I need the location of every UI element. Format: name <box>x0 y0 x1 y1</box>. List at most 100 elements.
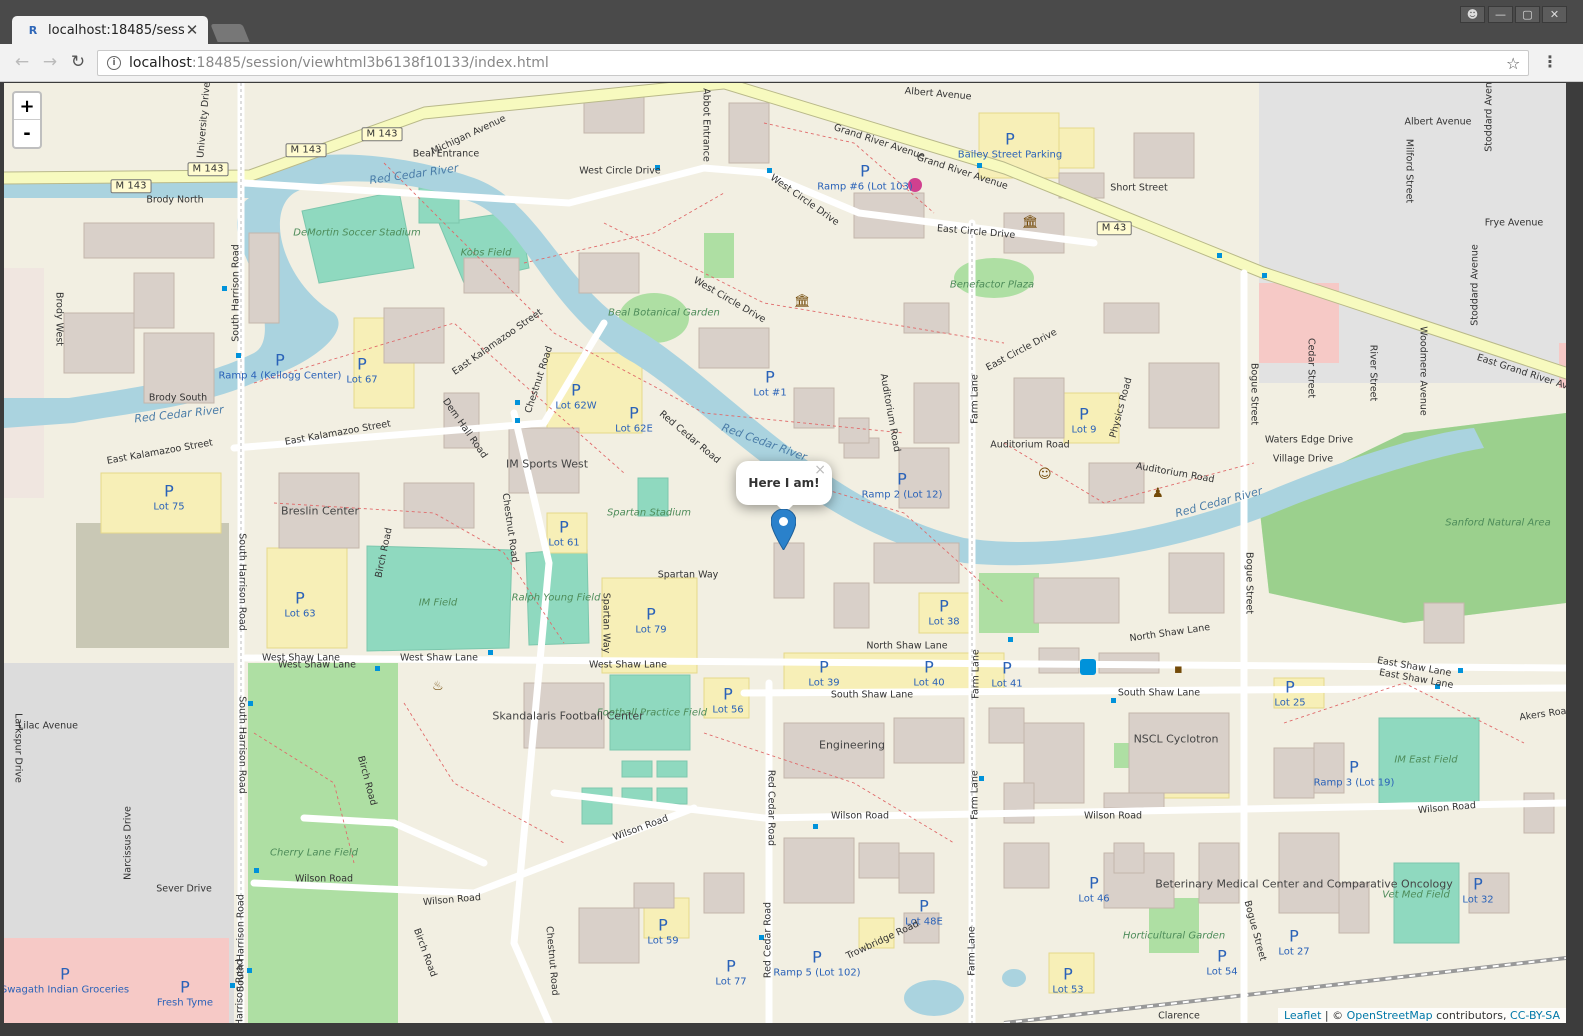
reload-icon[interactable]: ↻ <box>68 52 88 72</box>
zoom-in-button[interactable]: + <box>14 93 40 120</box>
parking-icon: P <box>1289 926 1299 946</box>
map-label: Lot 75 <box>153 501 185 513</box>
parking-icon: P <box>1473 874 1483 894</box>
map-label: Albert Avenue <box>1404 116 1472 128</box>
map-label: DeMortin Soccer Stadium <box>293 227 421 239</box>
map-label: Lot 27 <box>1278 946 1310 958</box>
map-label: Bogue Street <box>1243 551 1255 615</box>
svg-text:▪: ▪ <box>1174 662 1183 677</box>
map-label: Ramp 4 (Kellogg Center) <box>218 370 342 382</box>
map-label: Benefactor Plaza <box>949 279 1035 291</box>
map-label: Farm Lane <box>969 374 981 424</box>
parking-icon: P <box>812 947 822 967</box>
parking-icon: P <box>939 596 949 616</box>
map-label: Lot 54 <box>1206 966 1238 978</box>
map-label: Sever Drive <box>156 883 212 895</box>
map-label: Stoddard Avenue <box>1483 83 1495 152</box>
map-label: Lot 9 <box>1071 424 1097 436</box>
parking-icon: P <box>275 350 285 370</box>
parking-icon: P <box>559 517 569 537</box>
map-label: Lot 62E <box>615 423 653 435</box>
close-window-button[interactable]: ✕ <box>1542 6 1567 23</box>
map-label: M 143 <box>285 143 327 157</box>
map-label: Red Cedar Road <box>765 769 777 847</box>
map-label: Lot 77 <box>715 976 747 988</box>
map-label: Beterinary Medical Center and Comparativ… <box>1155 877 1453 891</box>
parking-icon: P <box>164 481 174 501</box>
browser-tab[interactable]: R localhost:18485/session ✕ <box>12 16 208 44</box>
map-label: Spartan Stadium <box>606 507 692 519</box>
forward-arrow-icon[interactable]: → <box>40 52 60 72</box>
map-label: IM Field <box>418 597 458 609</box>
menu-dots-icon[interactable]: ⋮ <box>1542 53 1558 71</box>
parking-icon: P <box>1079 404 1089 424</box>
map-label: Auditorium Road <box>990 439 1070 451</box>
map-label: Lot 63 <box>284 608 316 620</box>
map-label: South Shaw Lane <box>1117 687 1201 699</box>
parking-icon: P <box>629 403 639 423</box>
new-tab-button[interactable] <box>210 24 250 42</box>
map-label: Lot 46 <box>1078 893 1110 905</box>
map-label: Bogue Street <box>1248 362 1260 426</box>
map-label: Lot 40 <box>913 677 945 689</box>
parking-icon: P <box>1349 757 1359 777</box>
parking-icon: P <box>60 964 70 984</box>
tab-close-icon[interactable]: ✕ <box>184 21 200 39</box>
map-label: River Street <box>1367 344 1379 402</box>
map-label: West Shaw Lane <box>399 652 479 664</box>
license-link[interactable]: CC-BY-SA <box>1510 1009 1560 1022</box>
address-bar[interactable]: i localhost:18485/session/viewhtml3b6138… <box>97 50 1529 76</box>
map-label: Skandalaris Football Center <box>492 709 644 723</box>
map-label: Lilac Avenue <box>18 720 78 732</box>
map-label: IM East Field <box>1394 754 1458 766</box>
map-label: Kobs Field <box>460 247 512 259</box>
info-icon[interactable]: i <box>107 56 121 70</box>
map-label: Lot 38 <box>928 616 960 628</box>
bookmark-star-icon[interactable]: ☆ <box>1506 54 1528 73</box>
map-label: West Shaw Lane <box>277 659 357 671</box>
map-label: Ramp 5 (Lot 102) <box>773 967 861 979</box>
map-label: Lot 41 <box>991 678 1023 690</box>
leaflet-map[interactable]: 🏛 🏛 ☺ ♟ ▪ ♨ Red Cedar River Red Cedar Riv… <box>4 83 1566 1023</box>
map-label: Lot 32 <box>1462 894 1494 906</box>
map-label: Frye Avenue <box>1484 217 1544 229</box>
url-text[interactable]: localhost:18485/session/viewhtml3b6138f1… <box>129 55 1506 71</box>
parking-icon: P <box>765 367 775 387</box>
map-label: M 43 <box>1096 221 1132 235</box>
back-arrow-icon[interactable]: ← <box>12 52 32 72</box>
map-label: Spartan Way <box>657 569 719 581</box>
map-label: South Harrison Road <box>236 696 248 794</box>
svg-text:☺: ☺ <box>1038 467 1052 482</box>
map-attribution: Leaflet | © OpenStreetMap contributors, … <box>1277 1008 1566 1023</box>
map-label: Brody North <box>146 194 204 206</box>
map-label: Ramp 3 (Lot 19) <box>1313 777 1395 789</box>
map-label: Narcissus Drive <box>122 806 134 880</box>
map-label: Lot 62W <box>555 400 597 412</box>
parking-icon: P <box>646 604 656 624</box>
parking-icon: P <box>1089 873 1099 893</box>
map-marker-icon[interactable] <box>770 508 797 554</box>
map-label: South Harrison Road <box>234 959 246 1023</box>
minimize-button[interactable]: — <box>1488 6 1513 23</box>
svg-text:♟: ♟ <box>1152 486 1164 501</box>
leaflet-link[interactable]: Leaflet <box>1284 1009 1321 1022</box>
popup-close-icon[interactable]: × <box>814 462 826 478</box>
osm-link[interactable]: OpenStreetMap <box>1347 1009 1433 1022</box>
profile-icon[interactable]: ☻ <box>1460 6 1485 23</box>
map-label: Lot 61 <box>548 537 580 549</box>
map-label: Lot 59 <box>647 935 679 947</box>
r-favicon-icon: R <box>28 23 38 37</box>
map-label: Wilson Road <box>1083 810 1143 822</box>
map-label: South Harrison Road <box>236 533 248 631</box>
parking-icon: P <box>1005 129 1015 149</box>
map-label: Lot 25 <box>1274 697 1306 709</box>
map-label: Farm Lane <box>969 770 981 820</box>
tab-title: localhost:18485/session <box>48 22 184 38</box>
maximize-button[interactable]: ▢ <box>1515 6 1540 23</box>
parking-icon: P <box>571 380 581 400</box>
svg-text:🏛: 🏛 <box>794 293 811 309</box>
map-label: Larkspur Drive <box>12 713 24 783</box>
zoom-out-button[interactable]: - <box>14 120 40 147</box>
parking-icon: P <box>1285 677 1295 697</box>
map-label: Waters Edge Drive <box>1264 434 1354 446</box>
